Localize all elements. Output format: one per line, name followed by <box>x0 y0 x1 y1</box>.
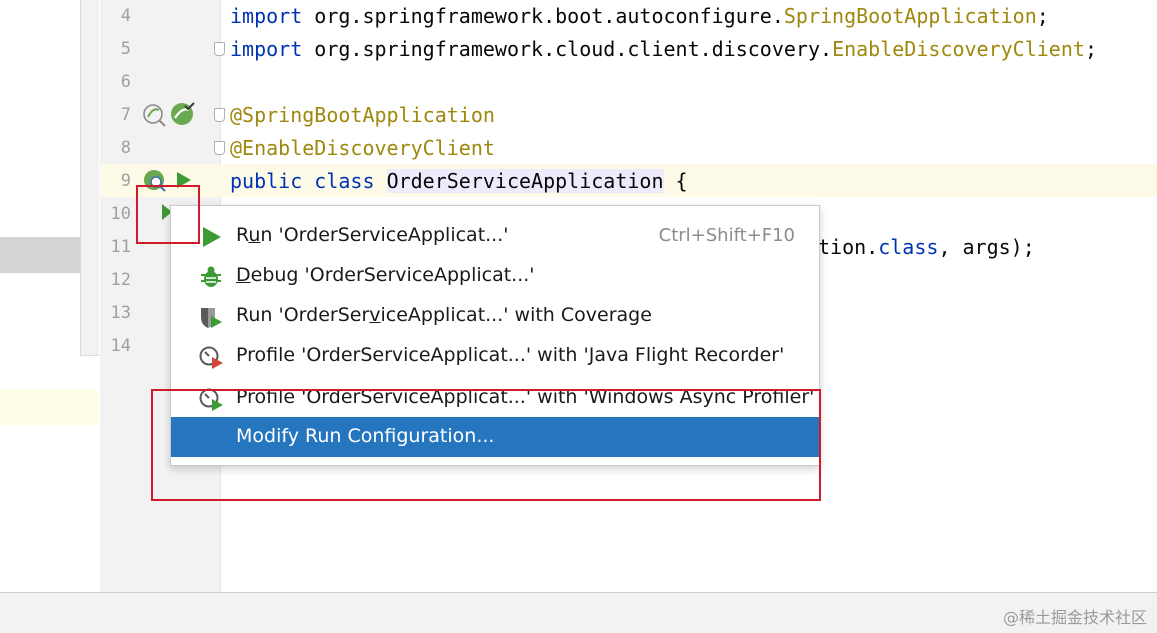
code-line-4: import org.springframework.boot.autoconf… <box>230 4 1049 28</box>
left-panel-highlight-row <box>0 389 98 425</box>
spring-bean-search-icon[interactable] <box>142 103 168 127</box>
profiler-icon <box>199 346 223 369</box>
line-number: 10 <box>110 204 131 224</box>
menu-item-label: Run 'OrderServiceApplicat...' <box>236 224 509 246</box>
line-number: 11 <box>110 237 131 257</box>
code-line-5: import org.springframework.cloud.client.… <box>230 37 1097 61</box>
menu-item-run[interactable]: Run 'OrderServiceApplicat...' Ctrl+Shift… <box>171 216 819 256</box>
package-path: org.springframework.boot.autoconfigure. <box>302 4 784 28</box>
keyword: class <box>878 235 939 259</box>
run-icon <box>203 227 221 247</box>
class-declaration-name: OrderServiceApplication <box>386 169 664 193</box>
class-name: EnableDiscoveryClient <box>832 37 1085 61</box>
line-number: 9 <box>120 171 131 191</box>
keyword: class <box>314 169 375 193</box>
menu-item-run-with-coverage[interactable]: Run 'OrderServiceApplicat...' with Cover… <box>171 296 819 336</box>
code-line-9: public class OrderServiceApplication { <box>230 169 688 193</box>
debug-icon <box>201 266 221 287</box>
keyword: public <box>230 169 303 193</box>
open-brace: { <box>663 169 688 193</box>
menu-item-label: Run 'OrderServiceApplicat...' with Cover… <box>236 304 652 326</box>
code-line-11-tail: tion.class, args); <box>818 235 1035 259</box>
annotation-box-run-gutter <box>136 185 200 244</box>
annotation-box-menu-items <box>151 389 821 501</box>
menu-item-label: Profile 'OrderServiceApplicat...' with '… <box>236 344 785 366</box>
line-number: 5 <box>120 39 131 59</box>
line-number: 14 <box>110 336 131 356</box>
keyword: import <box>230 4 303 28</box>
watermark: @稀土掘金技术社区 <box>1002 608 1147 627</box>
line-number: 8 <box>120 138 131 158</box>
fold-marker[interactable] <box>214 42 225 56</box>
spring-boot-check-icon[interactable] <box>170 101 196 127</box>
left-panel-scrollbar[interactable] <box>80 0 99 356</box>
code-fragment: , args); <box>938 235 1035 259</box>
line-number: 4 <box>120 6 131 26</box>
class-name: SpringBootApplication <box>783 4 1037 28</box>
menu-item-shortcut: Ctrl+Shift+F10 <box>658 225 795 246</box>
line-number: 6 <box>120 72 131 92</box>
code-fragment: tion. <box>818 235 879 259</box>
semicolon: ; <box>1036 4 1049 28</box>
menu-item-label: Debug 'OrderServiceApplicat...' <box>236 264 535 286</box>
line-number: 13 <box>110 303 131 323</box>
menu-item-profile-jfr[interactable]: Profile 'OrderServiceApplicat...' with '… <box>171 336 819 376</box>
code-line-8-annotation: @EnableDiscoveryClient <box>230 136 495 160</box>
semicolon: ; <box>1084 37 1097 61</box>
fold-marker[interactable] <box>214 108 225 122</box>
status-bar <box>0 592 1157 633</box>
package-path: org.springframework.cloud.client.discove… <box>302 37 833 61</box>
menu-item-debug[interactable]: Debug 'OrderServiceApplicat...' <box>171 256 819 296</box>
line-number: 7 <box>120 105 131 125</box>
code-line-7-annotation: @SpringBootApplication <box>230 103 495 127</box>
coverage-icon <box>201 308 222 328</box>
line-number: 12 <box>110 270 131 290</box>
fold-marker[interactable] <box>214 141 225 155</box>
keyword: import <box>230 37 303 61</box>
